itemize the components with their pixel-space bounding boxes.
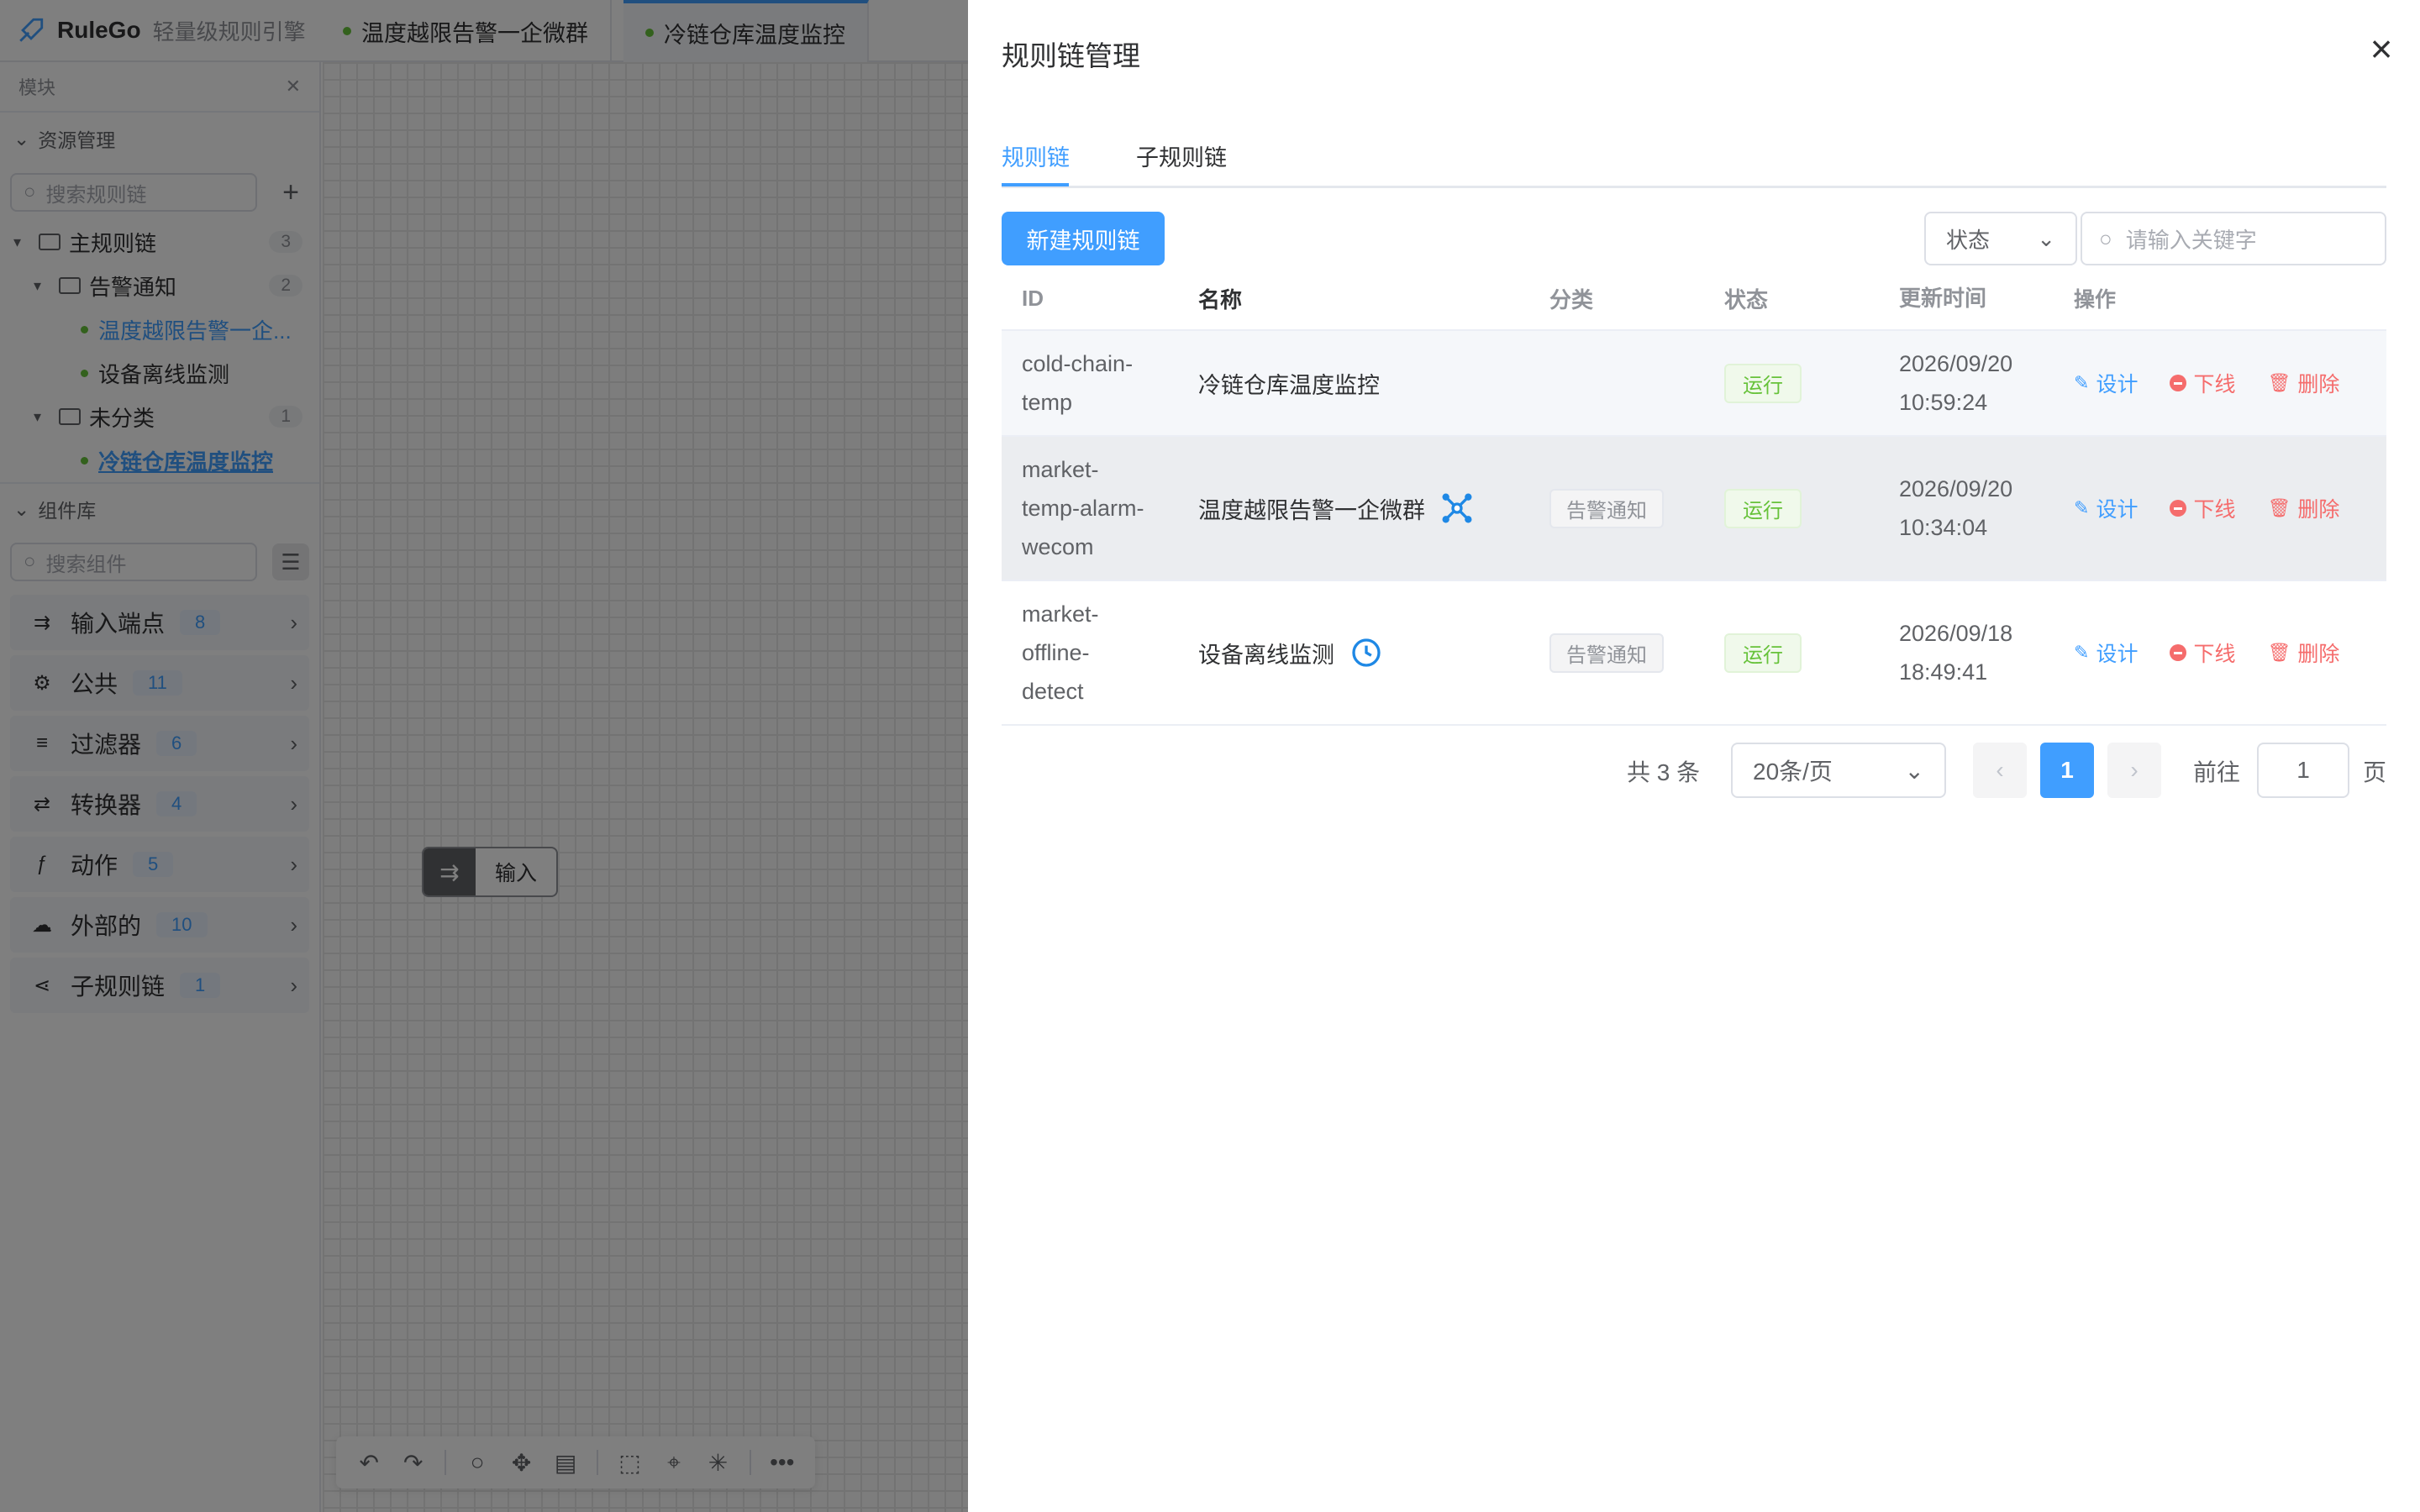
- row-actions: ✎ 设计 下线 🗑 删除: [2057, 493, 2386, 523]
- column-header: 名称: [1198, 286, 1243, 312]
- chevron-left-icon: ‹: [1996, 757, 2004, 783]
- status-badge: 运行: [1724, 363, 1802, 403]
- chevron-right-icon: ›: [2130, 757, 2139, 783]
- offline-button[interactable]: 下线: [2170, 493, 2235, 523]
- trash-icon: 🗑: [2267, 642, 2291, 663]
- offline-button[interactable]: 下线: [2170, 638, 2235, 668]
- delete-button[interactable]: 🗑 删除: [2267, 493, 2339, 523]
- next-page-button[interactable]: ›: [2107, 743, 2161, 798]
- goto-label: 前往: [2193, 759, 2241, 785]
- minus-circle-icon: [2170, 500, 2187, 517]
- table-header: ID 名称 分类 状态 更新时间 操作: [1002, 267, 2386, 331]
- minus-circle-icon: [2170, 644, 2187, 661]
- minus-circle-icon: [2170, 375, 2187, 391]
- edit-icon: ✎: [2074, 372, 2090, 393]
- chain-id: cold-chain- temp: [1022, 351, 1134, 415]
- edit-icon: ✎: [2074, 642, 2090, 663]
- chain-name: 设备离线监测: [1181, 636, 1533, 669]
- drawer-title: 规则链管理: [1002, 40, 1140, 71]
- status-badge: 运行: [1724, 488, 1802, 528]
- delete-button[interactable]: 🗑 删除: [2267, 368, 2339, 398]
- trash-icon: 🗑: [2267, 497, 2291, 518]
- chain-category: 告警通知: [1533, 488, 1707, 528]
- chain-id: market- temp-alarm- wecom: [1022, 457, 1144, 559]
- design-button[interactable]: ✎ 设计: [2074, 368, 2138, 398]
- row-actions: ✎ 设计 下线 🗑 删除: [2057, 368, 2386, 398]
- offline-button[interactable]: 下线: [2170, 368, 2235, 398]
- column-header: 状态: [1724, 286, 1769, 312]
- category-tag: 告警通知: [1549, 633, 1664, 673]
- chain-table: ID 名称 分类 状态 更新时间 操作 cold-chain- temp 冷链仓…: [1002, 267, 2386, 726]
- delete-button[interactable]: 🗑 删除: [2267, 638, 2339, 668]
- active-tab-indicator: [1002, 183, 1069, 186]
- clock-icon[interactable]: [1349, 636, 1383, 669]
- pagination-total: 共 3 条: [1627, 759, 1701, 785]
- column-header: ID: [1022, 286, 1044, 311]
- updated-time: 2026/09/20 10:59:24: [1899, 351, 2013, 415]
- page-number-button[interactable]: 1: [2040, 743, 2094, 798]
- page-size-select[interactable]: 20条/页 ⌄: [1731, 743, 1946, 798]
- close-icon[interactable]: ×: [2363, 29, 2400, 69]
- drawer-tabs: 规则链 子规则链: [1002, 126, 2386, 188]
- column-header: 操作: [2074, 288, 2117, 312]
- chain-id: market- offline- detect: [1022, 601, 1099, 704]
- chain-category: 告警通知: [1533, 633, 1707, 673]
- status-badge: 运行: [1724, 633, 1802, 673]
- design-button[interactable]: ✎ 设计: [2074, 493, 2138, 523]
- category-tag: 告警通知: [1549, 488, 1664, 528]
- column-header: 更新时间: [1899, 286, 1987, 311]
- tab-rule-chains[interactable]: 规则链: [1002, 139, 1070, 172]
- new-chain-button[interactable]: 新建规则链: [1002, 212, 1165, 265]
- chain-name: 冷链仓库温度监控: [1198, 372, 1380, 398]
- table-row[interactable]: market- temp-alarm- wecom 温度越限告警一企微群 告警通…: [1002, 437, 2386, 581]
- status-select[interactable]: 状态 ⌄: [1924, 212, 2077, 265]
- edit-icon: ✎: [2074, 497, 2090, 518]
- chain-status: 运行: [1707, 363, 1882, 403]
- chain-status: 运行: [1707, 488, 1882, 528]
- goto-page-input[interactable]: 1: [2257, 743, 2349, 798]
- column-header: 分类: [1549, 286, 1594, 312]
- keyword-search-input[interactable]: ○ 请输入关键字: [2081, 212, 2386, 265]
- prev-page-button[interactable]: ‹: [1973, 743, 2027, 798]
- updated-time: 2026/09/18 18:49:41: [1899, 621, 2013, 685]
- table-row[interactable]: market- offline- detect 设备离线监测 告警通知 运行 2…: [1002, 581, 2386, 726]
- chain-status: 运行: [1707, 633, 1882, 673]
- chevron-down-icon: ⌄: [1904, 757, 1924, 784]
- design-button[interactable]: ✎ 设计: [2074, 638, 2138, 668]
- tab-sub-chains[interactable]: 子规则链: [1136, 139, 1227, 172]
- table-row[interactable]: cold-chain- temp 冷链仓库温度监控 运行 2026/09/20 …: [1002, 331, 2386, 437]
- page-suffix-label: 页: [2363, 759, 2387, 785]
- chevron-down-icon: ⌄: [2037, 225, 2055, 251]
- search-icon: ○: [2099, 225, 2112, 251]
- network-icon[interactable]: [1440, 491, 1474, 525]
- updated-time: 2026/09/20 10:34:04: [1899, 476, 2013, 540]
- chain-name: 温度越限告警一企微群: [1181, 491, 1533, 525]
- row-actions: ✎ 设计 下线 🗑 删除: [2057, 638, 2386, 668]
- trash-icon: 🗑: [2267, 372, 2291, 393]
